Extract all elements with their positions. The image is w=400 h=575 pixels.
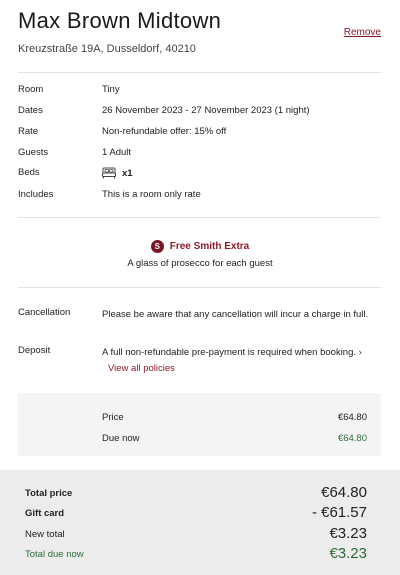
detail-label: Guests (18, 147, 49, 158)
detail-label: Room (18, 84, 44, 95)
policy-label: Cancellation (18, 307, 71, 318)
divider (18, 287, 381, 288)
bed-count: x1 (122, 167, 133, 179)
detail-rate: Rate Non-refundable offer: 15% off (18, 126, 381, 142)
new-total-value: €3.23 (329, 525, 367, 542)
hotel-name: Max Brown Midtown (18, 8, 222, 33)
detail-value: Non-refundable offer: 15% off (102, 126, 227, 137)
policy-label: Deposit (18, 345, 51, 356)
detail-includes: Includes This is a room only rate (18, 189, 381, 205)
detail-value: 26 November 2023 - 27 November 2023 (1 n… (102, 105, 310, 116)
policy-text: Please be aware that any cancellation wi… (102, 309, 369, 320)
total-price-label: Total price (25, 488, 73, 499)
price-label: Price (102, 412, 124, 423)
view-all-policies-link[interactable]: View all policies (108, 363, 175, 374)
gift-card-label: Gift card (25, 508, 65, 519)
detail-value: Tiny (102, 84, 120, 95)
totals-panel: Total price €64.80 Gift card - €61.57 Ne… (0, 478, 400, 575)
booking-card: Max Brown Midtown Remove Kreuzstraße 19A… (0, 0, 400, 470)
new-total-row: New total €3.23 (25, 525, 367, 545)
price-summary-box: Price €64.80 Due now €64.80 (18, 393, 381, 456)
hotel-address: Kreuzstraße 19A, Dusseldorf, 40210 (18, 43, 196, 55)
gift-card-value: - €61.57 (311, 504, 367, 521)
bed-icon (102, 167, 116, 179)
extra-title-row: S Free Smith Extra (150, 240, 250, 253)
detail-value: This is a room only rate (102, 189, 201, 200)
total-due-label: Total due now (25, 549, 84, 560)
due-now-value: €64.80 (337, 433, 367, 444)
price-value: €64.80 (337, 412, 367, 423)
detail-label: Rate (18, 126, 39, 137)
detail-label: Includes (18, 189, 54, 200)
due-now-label: Due now (102, 433, 140, 444)
detail-beds: Beds x1 (18, 167, 381, 183)
total-price-row: Total price €64.80 (25, 484, 367, 504)
detail-label: Dates (18, 105, 43, 116)
smith-extra: S Free Smith Extra A glass of prosecco f… (0, 236, 400, 269)
total-due-value: €3.23 (329, 545, 367, 562)
policy-text: A full non-refundable pre-payment is req… (102, 347, 357, 358)
beds-value-group: x1 (102, 167, 133, 179)
gift-card-row: Gift card - €61.57 (25, 504, 367, 524)
total-due-row: Total due now €3.23 (25, 545, 367, 565)
detail-guests: Guests 1 Adult (18, 147, 381, 163)
divider (18, 72, 381, 73)
chevron-right-icon: › (358, 347, 362, 358)
divider (18, 217, 381, 218)
detail-label: Beds (18, 167, 40, 178)
smith-badge-icon: S (150, 240, 164, 253)
detail-value: 1 Adult (102, 147, 132, 158)
detail-dates: Dates 26 November 2023 - 27 November 202… (18, 105, 381, 121)
extra-title: Free Smith Extra (169, 241, 250, 252)
new-total-label: New total (25, 529, 65, 540)
deposit-text-group: A full non-refundable pre-payment is req… (102, 345, 381, 377)
total-price-value: €64.80 (321, 484, 367, 501)
extra-description: A glass of prosecco for each guest (127, 258, 273, 269)
detail-room: Room Tiny (18, 84, 381, 100)
remove-link[interactable]: Remove (344, 27, 381, 38)
